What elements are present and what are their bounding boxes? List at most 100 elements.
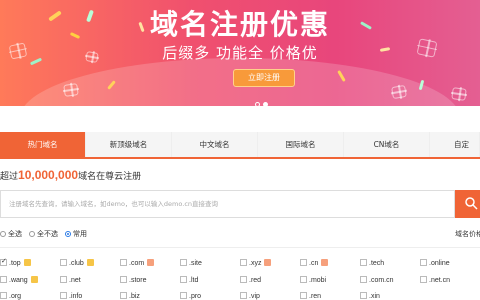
tld-option[interactable]: .biz xyxy=(120,292,140,300)
new-badge-icon xyxy=(321,259,329,266)
carousel-dot[interactable] xyxy=(263,102,268,106)
tld-label: .org xyxy=(9,293,22,300)
search-button[interactable] xyxy=(455,190,480,218)
tld-checkbox[interactable] xyxy=(360,292,367,299)
tld-checkbox[interactable] xyxy=(120,259,127,266)
tld-option[interactable]: .ren xyxy=(300,292,321,300)
tab-cn-domains[interactable]: CN域名 xyxy=(344,132,430,157)
hot-badge-icon xyxy=(86,259,94,266)
tld-label: .xin xyxy=(369,293,380,300)
domain-price-link[interactable]: 域名价格 xyxy=(455,229,480,239)
tld-label: .net xyxy=(69,277,81,284)
select-common-label: 常用 xyxy=(73,230,87,238)
selection-filters: 全选 全不选 常用 xyxy=(0,229,94,239)
carousel-dots xyxy=(255,94,271,106)
select-all-radio[interactable]: 全选 xyxy=(0,229,22,239)
tld-checkbox[interactable] xyxy=(300,259,307,266)
tld-checkbox[interactable] xyxy=(360,259,367,266)
tld-option[interactable]: .ltd xyxy=(180,276,198,286)
tld-option[interactable]: .net xyxy=(60,276,81,286)
select-common-radio[interactable]: 常用 xyxy=(65,229,87,239)
tld-option[interactable]: .top xyxy=(0,257,31,269)
tld-option[interactable]: .tech xyxy=(360,259,384,269)
tld-checkbox[interactable] xyxy=(300,276,307,283)
tld-option[interactable]: .mobi xyxy=(300,276,326,286)
gift-icon xyxy=(451,87,467,101)
select-none-label: 全不选 xyxy=(37,230,58,238)
tld-label: .top xyxy=(9,260,21,267)
tld-checkbox[interactable] xyxy=(420,259,427,266)
tld-option[interactable]: .com.cn xyxy=(360,276,394,286)
tld-label: .info xyxy=(69,293,83,300)
tld-checkbox[interactable] xyxy=(240,276,247,283)
tld-checkbox[interactable] xyxy=(180,259,187,266)
new-badge-icon xyxy=(147,259,155,266)
tld-option[interactable]: .net.cn xyxy=(420,276,450,286)
tld-label: .com.cn xyxy=(369,277,394,284)
radio-circle xyxy=(0,231,6,237)
tld-checkbox[interactable] xyxy=(60,292,67,299)
banner-title: 域名注册优惠 xyxy=(149,8,330,41)
tab-hot-domains[interactable]: 热门域名 xyxy=(0,132,86,157)
tld-checkbox[interactable] xyxy=(120,292,127,299)
tld-label: .wang xyxy=(9,277,28,284)
tld-checkbox[interactable] xyxy=(60,276,67,283)
select-none-radio[interactable]: 全不选 xyxy=(29,229,58,239)
tld-label: .tech xyxy=(369,260,385,267)
tld-label: .ltd xyxy=(189,277,199,284)
tab-custom[interactable]: 自定 xyxy=(430,132,480,157)
tld-checkbox[interactable] xyxy=(300,292,307,299)
tld-label: .mobi xyxy=(309,277,327,284)
tld-option[interactable]: .site xyxy=(180,259,202,269)
divider xyxy=(0,247,480,248)
headline-suffix: 域名在尊云注册 xyxy=(78,172,142,182)
tab-new-tld[interactable]: 新顶级域名 xyxy=(86,132,172,157)
tld-checkbox[interactable] xyxy=(0,292,7,299)
tld-option[interactable]: .store xyxy=(120,276,147,286)
tld-label: .store xyxy=(129,277,147,284)
carousel-dot[interactable] xyxy=(255,102,260,106)
register-now-button[interactable]: 立即注册 xyxy=(233,69,295,87)
tld-option[interactable]: .xin xyxy=(360,292,380,300)
tld-checkbox[interactable] xyxy=(0,257,7,267)
tld-option[interactable]: .xyz xyxy=(240,259,272,269)
registered-count-headline: 超过10,000,000域名在尊云注册 xyxy=(0,168,141,182)
search-icon xyxy=(465,197,478,210)
tld-option[interactable]: .pro xyxy=(180,292,201,300)
tld-option[interactable]: .cn xyxy=(300,259,329,269)
tld-option[interactable]: .club xyxy=(60,259,94,269)
tld-label: .net.cn xyxy=(429,277,451,284)
tld-checkbox[interactable] xyxy=(120,276,127,283)
tld-option[interactable]: .org xyxy=(0,292,21,300)
select-all-label: 全选 xyxy=(8,230,22,238)
tld-checkbox[interactable] xyxy=(180,276,187,283)
tld-label: .biz xyxy=(129,293,140,300)
tab-international-domains[interactable]: 国际域名 xyxy=(258,132,344,157)
domain-category-tabs: 热门域名 新顶级域名 中文域名 国际域名 CN域名 自定 xyxy=(0,132,480,159)
hot-badge-icon xyxy=(30,276,38,283)
domain-search-box xyxy=(0,190,455,218)
tld-label: .red xyxy=(249,277,262,284)
tld-label: .online xyxy=(429,260,450,267)
tld-option[interactable]: .vip xyxy=(240,292,260,300)
promo-banner: 域名注册优惠 后缀多 功能全 价格优 立即注册 xyxy=(0,0,480,106)
tld-checkbox[interactable] xyxy=(420,276,427,283)
tld-option[interactable]: .online xyxy=(420,259,450,269)
tld-checkbox[interactable] xyxy=(180,292,187,299)
tld-label: .com xyxy=(129,260,145,267)
domain-search-input[interactable] xyxy=(1,191,441,217)
tld-option[interactable]: .info xyxy=(60,292,82,300)
tld-checkbox[interactable] xyxy=(360,276,367,283)
tld-checkbox[interactable] xyxy=(0,276,7,283)
tld-label: .club xyxy=(69,260,84,267)
new-badge-icon xyxy=(264,259,272,266)
tld-checkbox[interactable] xyxy=(60,259,67,266)
tld-checkbox[interactable] xyxy=(240,292,247,299)
tld-checkbox[interactable] xyxy=(240,259,247,266)
tld-option[interactable]: .com xyxy=(120,259,155,269)
tld-option[interactable]: .red xyxy=(240,276,261,286)
tab-chinese-domains[interactable]: 中文域名 xyxy=(172,132,258,157)
tld-label: .ren xyxy=(309,293,322,300)
tld-option[interactable]: .wang xyxy=(0,276,38,286)
gift-icon xyxy=(391,84,407,100)
